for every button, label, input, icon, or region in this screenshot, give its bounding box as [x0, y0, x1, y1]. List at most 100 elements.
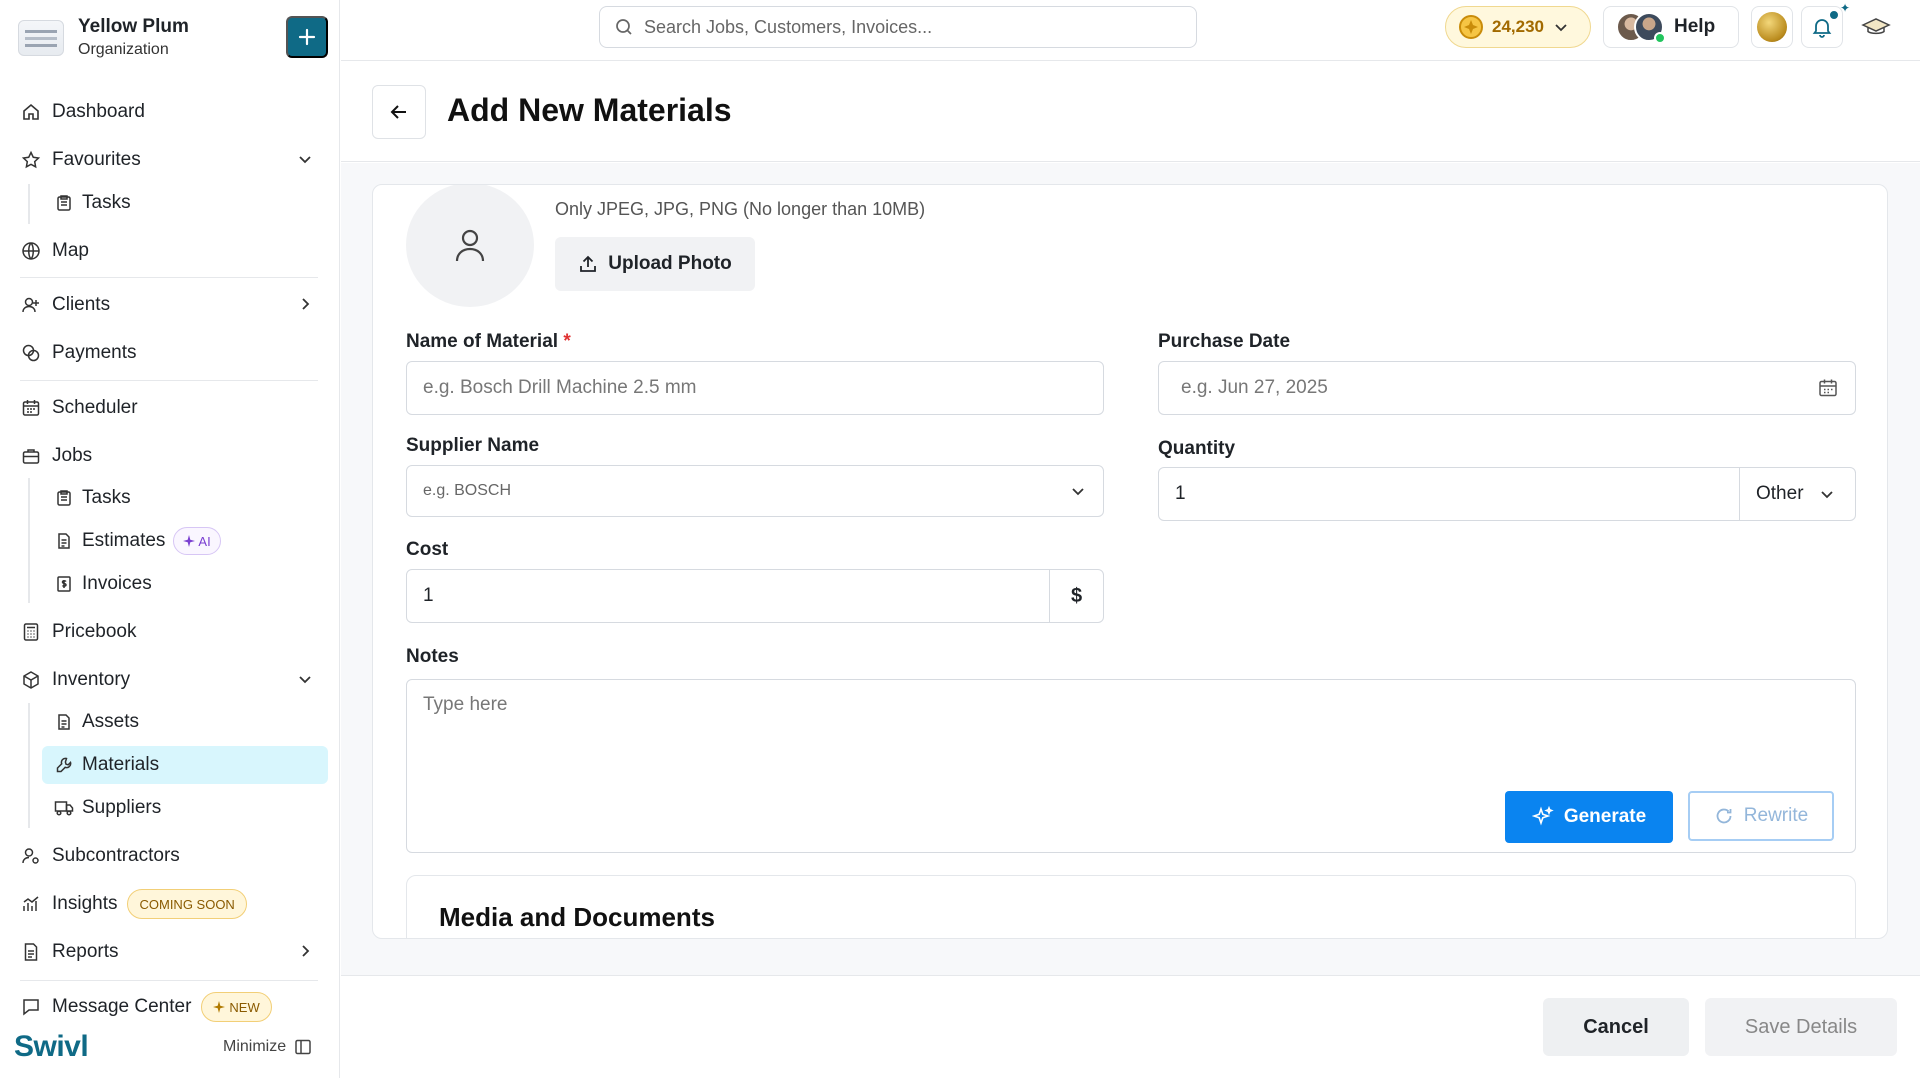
sidebar-item-label: Reports: [52, 941, 119, 962]
sidebar-item-insights[interactable]: Insights COMING SOON: [20, 884, 320, 924]
sidebar-item-label: Estimates: [82, 530, 166, 551]
coins-balance-button[interactable]: 24,230: [1445, 6, 1591, 48]
sidebar-item-estimates[interactable]: Estimates AI: [42, 522, 328, 560]
chart-icon: [20, 893, 42, 915]
sidebar-item-pricebook[interactable]: Pricebook: [20, 612, 320, 652]
cost-input[interactable]: [423, 585, 1103, 607]
document-icon: [54, 531, 74, 551]
purchase-date-field[interactable]: [1158, 361, 1856, 415]
quantity-field[interactable]: Other: [1158, 467, 1856, 521]
photo-placeholder[interactable]: [406, 185, 534, 307]
sidebar-item-assets[interactable]: Assets: [42, 703, 328, 741]
cost-field[interactable]: $: [406, 569, 1104, 623]
sidebar-item-jobs-tasks[interactable]: Tasks: [42, 479, 328, 517]
sidebar-collapse-icon: [295, 1039, 311, 1055]
coins-value: 24,230: [1492, 17, 1544, 36]
search-input[interactable]: [644, 16, 1164, 38]
sidebar-item-message-center[interactable]: Message Center NEW: [20, 987, 320, 1027]
sidebar-item-label: Materials: [82, 754, 160, 775]
back-button[interactable]: [372, 85, 426, 139]
sidebar-item-favourites-tasks[interactable]: Tasks: [42, 184, 328, 222]
sidebar-item-label: Payments: [52, 342, 137, 363]
purchase-date-input[interactable]: [1181, 377, 1855, 399]
quick-add-button[interactable]: [286, 16, 328, 58]
sidebar-item-favourites[interactable]: Favourites: [20, 140, 320, 180]
calendar-icon: [20, 397, 42, 419]
generate-button[interactable]: Generate: [1505, 791, 1673, 843]
sidebar-item-label: Tasks: [82, 487, 131, 508]
sidebar-item-invoices[interactable]: Invoices: [42, 565, 328, 603]
plus-icon: [298, 28, 316, 46]
home-icon: [20, 101, 42, 123]
chevron-down-icon: [1555, 24, 1567, 32]
sidebar-item-clients[interactable]: Clients: [20, 285, 320, 325]
sidebar-item-label: Dashboard: [52, 101, 145, 122]
currency-symbol: $: [1049, 570, 1103, 622]
user-icon: [455, 229, 485, 262]
sparkle-icon: [183, 535, 196, 547]
refresh-icon: [1716, 808, 1732, 824]
required-asterisk: *: [563, 331, 571, 352]
sidebar-item-label: Assets: [82, 711, 140, 732]
calendar-icon[interactable]: [1817, 377, 1839, 399]
upload-icon: [580, 255, 597, 272]
sparkles-icon: [1531, 806, 1554, 826]
upload-photo-button[interactable]: Upload Photo: [555, 237, 755, 291]
clipboard-icon: [54, 488, 74, 508]
material-name-input[interactable]: [423, 377, 1103, 399]
sidebar-item-reports[interactable]: Reports: [20, 932, 320, 972]
supplier-label: Supplier Name: [406, 435, 540, 456]
new-badge: NEW: [201, 992, 272, 1022]
top-bar: 24,230 Help ✦: [341, 0, 1920, 61]
global-search[interactable]: [599, 6, 1197, 48]
save-details-button[interactable]: Save Details: [1705, 998, 1897, 1056]
supplier-select[interactable]: e.g. BOSCH: [406, 465, 1104, 517]
sidebar-item-scheduler[interactable]: Scheduler: [20, 388, 320, 428]
box-icon: [20, 669, 42, 691]
sidebar-item-map[interactable]: Map: [20, 231, 320, 271]
sidebar-item-jobs[interactable]: Jobs: [20, 436, 320, 476]
notification-dot: [1828, 9, 1840, 21]
org-switcher[interactable]: Yellow Plum Organization: [18, 14, 328, 62]
cancel-button[interactable]: Cancel: [1543, 998, 1689, 1056]
notifications-button[interactable]: ✦: [1801, 1, 1850, 48]
quantity-unit-select[interactable]: Other: [1739, 468, 1855, 520]
user-gear-icon: [20, 845, 42, 867]
sidebar-item-inventory[interactable]: Inventory: [20, 660, 320, 700]
coins-icon: [20, 342, 42, 364]
sidebar-item-materials[interactable]: Materials: [42, 746, 328, 784]
quantity-label: Quantity: [1158, 438, 1236, 459]
notes-textarea[interactable]: [423, 694, 1823, 774]
sidebar-item-label: Subcontractors: [52, 845, 180, 866]
ai-badge: AI: [173, 527, 221, 555]
chevron-right-icon: [296, 942, 314, 960]
sidebar-item-suppliers[interactable]: Suppliers: [42, 789, 328, 827]
chevron-down-icon: [1069, 482, 1087, 500]
rewrite-button[interactable]: Rewrite: [1688, 791, 1834, 841]
globe-icon: [20, 240, 42, 262]
graduation-cap-icon[interactable]: [1861, 14, 1891, 40]
sidebar-item-dashboard[interactable]: Dashboard: [20, 92, 320, 132]
material-form-card: Only JPEG, JPG, PNG (No longer than 10MB…: [372, 184, 1888, 939]
cost-label: Cost: [406, 539, 449, 560]
coin-icon: [1459, 15, 1483, 39]
coming-soon-badge: COMING SOON: [127, 889, 247, 919]
org-name: Yellow Plum: [78, 16, 189, 38]
notes-field: Generate Rewrite: [406, 679, 1856, 853]
message-icon: [20, 996, 42, 1018]
sidebar-item-subcontractors[interactable]: Subcontractors: [20, 836, 320, 876]
user-avatar-button[interactable]: [1751, 6, 1793, 48]
supplier-placeholder: e.g. BOSCH: [423, 482, 512, 499]
briefcase-icon: [20, 445, 42, 467]
brand-logo: Swivl: [14, 1030, 89, 1063]
material-name-field[interactable]: [406, 361, 1104, 415]
support-avatars: [1616, 10, 1666, 44]
chevron-down-icon: [296, 150, 314, 168]
search-icon: [616, 19, 632, 35]
help-button[interactable]: Help: [1603, 6, 1739, 48]
sidebar-item-payments[interactable]: Payments: [20, 333, 320, 373]
sidebar-item-label: Favourites: [52, 149, 141, 170]
sidebar-item-label: Map: [52, 240, 89, 261]
minimize-sidebar-button[interactable]: Minimize: [223, 1038, 312, 1056]
user-plus-icon: [20, 294, 42, 316]
